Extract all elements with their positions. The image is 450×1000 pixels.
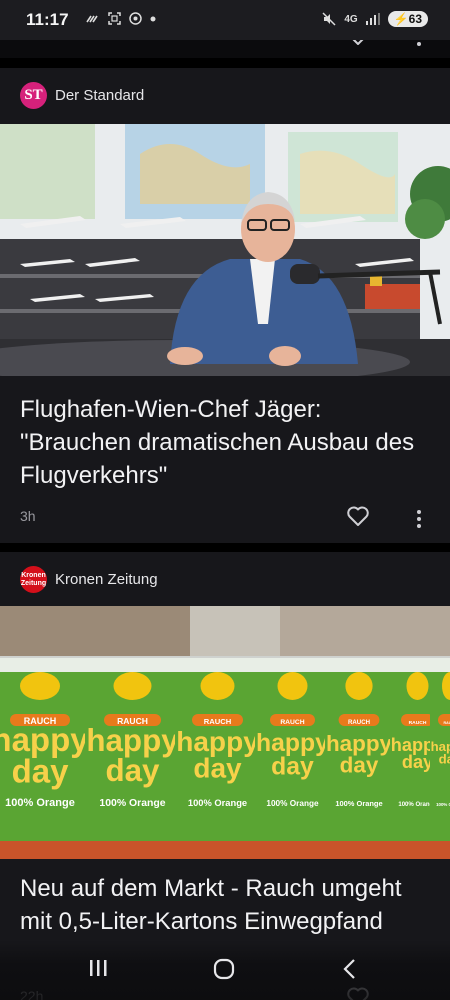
source-row: ST Der Standard xyxy=(0,68,450,124)
juice-carton: RAUCHhappyday100% Orange xyxy=(0,658,90,841)
article-photo: RAUCHhappyday100% OrangeRAUCHhappyday100… xyxy=(0,606,450,859)
status-icons-left xyxy=(86,12,156,25)
svg-text:day: day xyxy=(271,754,314,781)
svg-text:100% Orange: 100% Orange xyxy=(188,798,247,808)
status-bar: 11:17 4G ⚡63 xyxy=(0,0,450,40)
svg-text:day: day xyxy=(105,753,160,788)
source-row: Kronen Zeitung Kronen Zeitung xyxy=(0,552,450,608)
svg-text:100% Orange: 100% Orange xyxy=(436,802,450,807)
svg-text:100% Orange: 100% Orange xyxy=(99,798,165,809)
back-icon[interactable] xyxy=(342,958,358,980)
svg-text:100% Orange: 100% Orange xyxy=(335,799,382,808)
article-card[interactable]: ST Der Standard Flughafen-Wien-Chef Jäge… xyxy=(0,68,450,543)
article-image[interactable]: RAUCH happy day 100% Orange RAUCH happy day 100… xyxy=(0,606,450,859)
svg-text:day: day xyxy=(439,752,450,767)
article-card[interactable]: Kronen Zeitung Kronen Zeitung RAUCH happy… xyxy=(0,552,450,1000)
article-image[interactable] xyxy=(0,124,450,376)
notification-dot-icon xyxy=(150,16,156,21)
network-type: 4G xyxy=(344,13,358,25)
svg-text:RAUCH: RAUCH xyxy=(409,720,427,726)
signal-icon xyxy=(365,13,380,25)
article-photo xyxy=(0,124,450,376)
svg-text:RAUCH: RAUCH xyxy=(204,717,232,726)
navigation-bar xyxy=(0,940,450,1000)
whatsapp-icon xyxy=(129,12,142,25)
article-time: 3h xyxy=(20,508,36,524)
mute-icon xyxy=(322,12,336,26)
svg-text:RAUCH: RAUCH xyxy=(280,719,304,726)
svg-text:100% Orange: 100% Orange xyxy=(5,797,75,809)
juice-carton: RAUCHhappyday100% Orange xyxy=(325,658,393,841)
home-icon[interactable] xyxy=(213,958,235,980)
juice-carton: RAUCHhappyday100% Orange xyxy=(85,658,180,841)
more-options-icon[interactable] xyxy=(416,508,422,528)
svg-text:day: day xyxy=(193,753,242,784)
juice-carton: RAUCHhappyday100% Orange xyxy=(430,658,450,841)
status-time: 11:17 xyxy=(26,10,69,29)
svg-text:day: day xyxy=(402,752,433,772)
card-separator xyxy=(0,543,450,552)
voicemail-icon xyxy=(86,15,98,22)
svg-text:100% Orange: 100% Orange xyxy=(266,799,319,808)
svg-text:RAUCH: RAUCH xyxy=(348,719,370,726)
card-separator xyxy=(0,58,450,68)
source-logo: Kronen Zeitung xyxy=(20,566,47,593)
heart-icon[interactable] xyxy=(346,505,370,527)
source-logo: ST xyxy=(20,82,47,109)
battery-level: 63 xyxy=(408,12,422,26)
juice-carton: RAUCHhappyday100% Orange xyxy=(255,658,330,841)
source-name: Kronen Zeitung xyxy=(55,571,158,588)
article-headline[interactable]: Neu auf dem Markt - Rauch umgeht mit 0,5… xyxy=(20,872,430,938)
article-headline[interactable]: Flughafen-Wien-Chef Jäger: "Brauchen dra… xyxy=(20,393,430,492)
source-name: Der Standard xyxy=(55,87,145,104)
svg-text:RAUCH: RAUCH xyxy=(444,721,450,725)
battery-indicator: ⚡63 xyxy=(387,11,428,27)
svg-text:day: day xyxy=(340,752,379,777)
juice-carton: RAUCHhappyday100% Orange xyxy=(175,658,260,841)
recent-apps-icon[interactable] xyxy=(88,958,108,978)
screenshot-icon xyxy=(108,12,121,25)
status-icons-right: 4G ⚡63 xyxy=(322,11,428,27)
svg-text:day: day xyxy=(12,752,70,789)
